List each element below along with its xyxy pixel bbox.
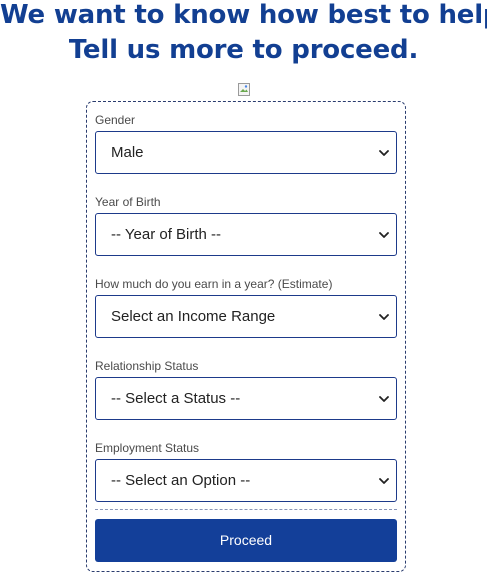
- broken-image-icon: [238, 83, 250, 96]
- page-heading-line-2: Tell us more to proceed.: [68, 35, 419, 65]
- gender-select-value: Male: [111, 144, 144, 161]
- page-heading-line-1: We want to know how best to help.: [0, 0, 487, 30]
- chevron-down-icon: [379, 314, 389, 320]
- relationship-status-label: Relationship Status: [95, 359, 199, 373]
- form-divider: [95, 509, 397, 510]
- chevron-down-icon: [379, 232, 389, 238]
- year-of-birth-select-value: -- Year of Birth --: [111, 226, 222, 243]
- proceed-button[interactable]: Proceed: [95, 519, 397, 562]
- chevron-down-icon: [379, 150, 389, 156]
- income-range-select-value: Select an Income Range: [111, 308, 276, 325]
- relationship-status-select[interactable]: -- Select a Status --: [95, 377, 397, 420]
- employment-status-label: Employment Status: [95, 441, 200, 455]
- gender-select[interactable]: Male: [95, 131, 397, 174]
- employment-status-select[interactable]: -- Select an Option --: [95, 459, 397, 502]
- relationship-status-select-value: -- Select a Status --: [111, 390, 241, 407]
- year-of-birth-select[interactable]: -- Year of Birth --: [95, 213, 397, 256]
- gender-label: Gender: [95, 113, 136, 127]
- income-label: How much do you earn in a year? (Estimat…: [95, 277, 333, 291]
- year-of-birth-label: Year of Birth: [95, 195, 161, 209]
- income-range-select[interactable]: Select an Income Range: [95, 295, 397, 338]
- employment-status-select-value: -- Select an Option --: [111, 472, 251, 489]
- chevron-down-icon: [379, 478, 389, 484]
- chevron-down-icon: [379, 396, 389, 402]
